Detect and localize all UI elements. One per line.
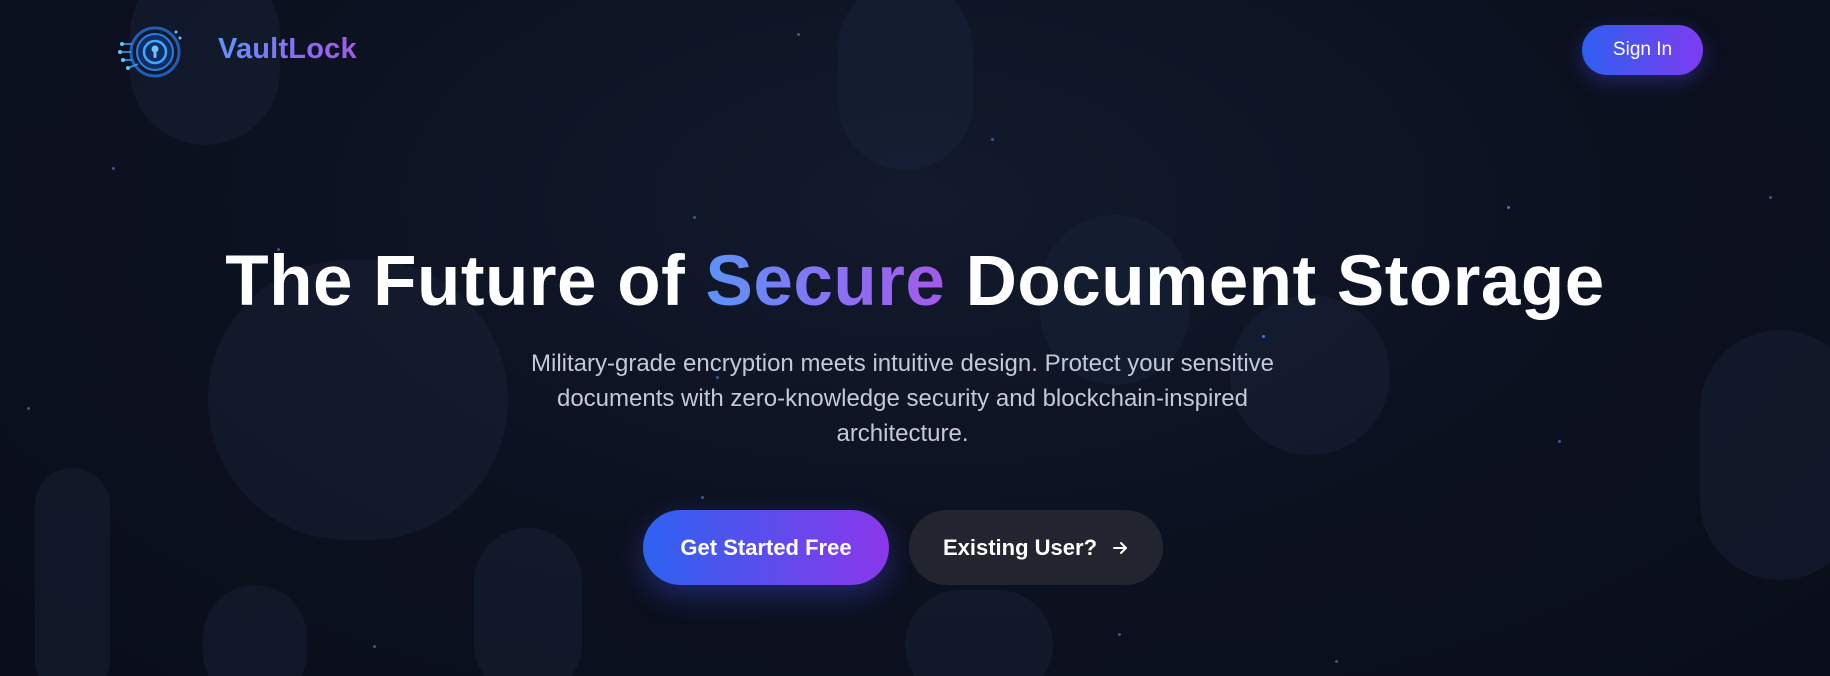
background-shape	[905, 590, 1053, 676]
background-particle	[1769, 196, 1772, 199]
background-particle	[1507, 206, 1510, 209]
background-particle	[1335, 660, 1338, 663]
background-shape	[35, 468, 110, 676]
existing-user-button[interactable]: Existing User?	[909, 510, 1163, 585]
get-started-button[interactable]: Get Started Free	[643, 510, 889, 585]
arrow-right-icon	[1113, 541, 1128, 554]
background-particle	[701, 496, 704, 499]
background-particle	[1118, 633, 1121, 636]
brand-name[interactable]: VaultLock	[218, 33, 357, 66]
background-shape	[474, 528, 582, 676]
background-particle	[1262, 335, 1265, 338]
background-particle	[27, 407, 30, 410]
keyhole-shield-icon[interactable]	[118, 24, 184, 80]
hero-title-tail: Document Storage	[945, 242, 1605, 321]
hero-subtitle: Military-grade encryption meets intuitiv…	[531, 350, 1274, 447]
background-particle	[693, 216, 696, 219]
hero-title: The Future of Secure Document Storage	[0, 238, 1830, 326]
background-shape	[1700, 330, 1830, 580]
background-particle	[1558, 440, 1561, 443]
background-shape	[203, 585, 307, 676]
background-particle	[112, 167, 115, 170]
landing-page: VaultLock Sign In The Future of Secure D…	[0, 0, 1830, 676]
background-particle	[373, 645, 376, 648]
existing-user-label: Existing User?	[942, 534, 1098, 560]
background-particle	[991, 138, 994, 141]
hero-title-accent: Secure	[705, 242, 946, 321]
site-header: VaultLock Sign In	[0, 0, 1830, 102]
hero-title-lead: The Future of	[225, 242, 706, 321]
sign-in-button[interactable]: Sign In	[1582, 25, 1703, 75]
logo-svg	[118, 26, 182, 78]
